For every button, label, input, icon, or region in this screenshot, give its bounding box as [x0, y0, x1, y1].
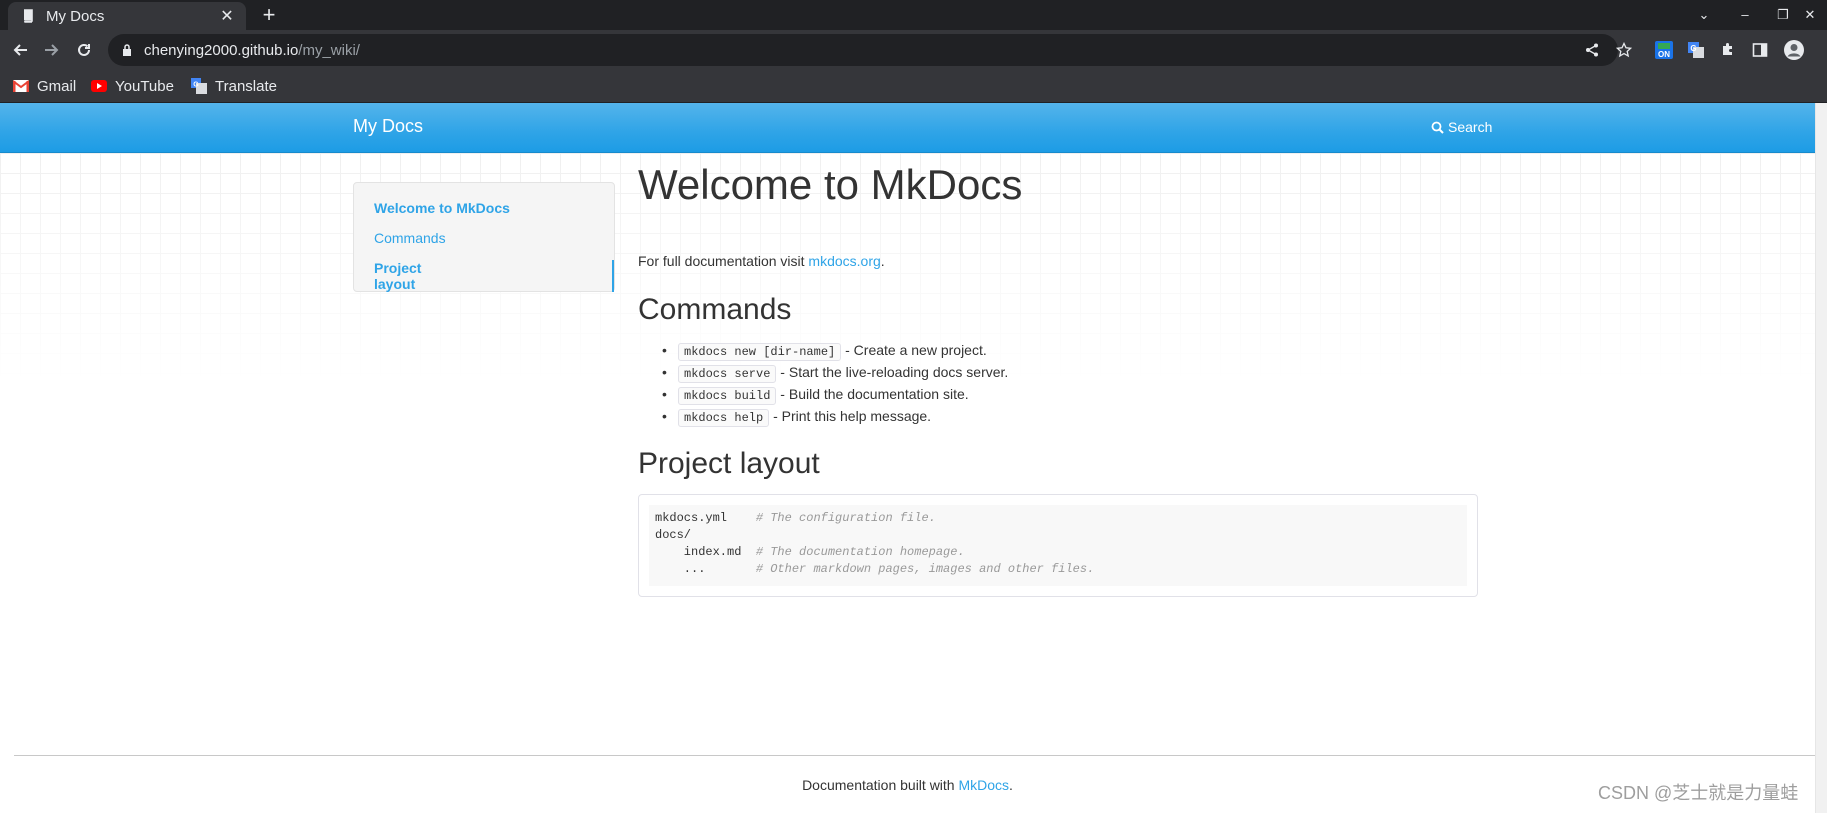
list-item: • mkdocs new [dir-name] - Create a new pr… — [638, 339, 1008, 361]
commands-list: • mkdocs new [dir-name] - Create a new pr… — [638, 339, 1008, 427]
back-arrow-icon — [13, 44, 27, 56]
bullet: • — [662, 342, 667, 358]
code-line: mkdocs.yml # The configuration file. — [655, 511, 936, 525]
gmail-icon — [13, 78, 29, 94]
command-desc: - Start the live-reloading docs server. — [776, 364, 1009, 380]
bullet: • — [662, 386, 667, 402]
svg-text:ON: ON — [1658, 50, 1670, 59]
svg-text:G: G — [1690, 44, 1696, 53]
window-close-icon[interactable]: ✕ — [1798, 4, 1822, 26]
page-scrollbar[interactable] — [1815, 103, 1827, 813]
close-tab-icon[interactable]: ✕ — [216, 5, 238, 27]
extensions-puzzle-icon[interactable] — [1716, 38, 1740, 62]
reload-button[interactable] — [72, 38, 96, 62]
svg-text:G: G — [193, 82, 199, 89]
google-translate-icon[interactable]: G — [1684, 38, 1708, 62]
translate-icon: G — [191, 78, 207, 94]
bookmark-translate[interactable]: G Translate — [191, 76, 277, 96]
command-desc: - Create a new project. — [841, 342, 987, 358]
forward-button[interactable] — [40, 38, 64, 62]
extension-on-icon[interactable]: ON — [1652, 38, 1676, 62]
search-button[interactable]: Search — [1431, 119, 1492, 135]
footer-text: Documentation built with — [802, 777, 959, 793]
list-item: • mkdocs build - Build the documentation … — [638, 383, 1008, 405]
footer-divider — [14, 755, 1815, 756]
code-text: index.md — [655, 545, 756, 559]
code-block: mkdocs.yml # The configuration file. doc… — [638, 494, 1478, 597]
commands-heading: Commands — [638, 293, 792, 326]
command-desc: - Print this help message. — [769, 408, 932, 424]
side-panel-icon[interactable] — [1748, 38, 1772, 62]
search-icon — [1431, 120, 1445, 134]
page-title: Welcome to MkDocs — [638, 161, 1023, 208]
code-line: docs/ — [655, 528, 691, 542]
bookmark-label: Gmail — [37, 77, 77, 95]
list-item: • mkdocs serve - Start the live-reloading… — [638, 361, 1008, 383]
url-text: chenying2000.github.io/my_wiki/ — [144, 42, 360, 59]
lock-icon — [120, 43, 134, 57]
command-code: mkdocs serve — [678, 365, 777, 383]
url-host: chenying2000.github.io — [144, 41, 299, 59]
new-tab-button[interactable]: + — [258, 4, 280, 26]
address-bar[interactable]: chenying2000.github.io/my_wiki/ — [108, 34, 1618, 66]
project-layout-heading: Project layout — [638, 447, 820, 480]
site-brand-link[interactable]: My Docs — [353, 116, 423, 137]
mkdocs-org-link[interactable]: mkdocs.org — [808, 253, 880, 269]
command-code: mkdocs new [dir-name] — [678, 343, 842, 361]
footer-suffix: . — [1009, 777, 1013, 793]
tab-search-chevron-icon[interactable]: ⌄ — [1692, 4, 1716, 26]
code-text: mkdocs.yml — [655, 511, 756, 525]
code-text: docs/ — [655, 528, 692, 542]
minimize-icon[interactable]: – — [1733, 4, 1757, 26]
bookmark-gmail[interactable]: Gmail — [13, 76, 76, 96]
bookmark-star-icon[interactable] — [1612, 38, 1636, 62]
code-line: index.md # The documentation homepage. — [655, 545, 965, 559]
bookmarks-bar: Gmail YouTube G Translate — [0, 70, 1827, 103]
bookmark-youtube[interactable]: YouTube — [91, 76, 174, 96]
command-code: mkdocs help — [678, 409, 770, 427]
toc-sidebar: Welcome to MkDocs Commands Project layou… — [353, 182, 615, 292]
youtube-icon — [91, 78, 107, 94]
forward-arrow-icon — [45, 44, 59, 56]
share-icon[interactable] — [1580, 38, 1604, 62]
browser-tab[interactable]: My Docs ✕ — [8, 2, 246, 30]
browser-toolbar: chenying2000.github.io/my_wiki/ ON G — [0, 30, 1827, 70]
intro-paragraph: For full documentation visit mkdocs.org. — [638, 253, 885, 269]
footer: Documentation built with MkDocs. — [0, 777, 1815, 793]
command-desc: - Build the documentation site. — [776, 386, 969, 402]
code-comment: # The configuration file. — [755, 511, 936, 525]
mkdocs-link[interactable]: MkDocs — [958, 777, 1009, 793]
command-code: mkdocs build — [678, 387, 777, 405]
toc-item-commands[interactable]: Commands — [374, 230, 446, 246]
site-navbar: My Docs Search — [0, 103, 1815, 153]
restore-icon[interactable]: ❐ — [1771, 4, 1795, 26]
watermark: CSDN @芝士就是力量蛙 — [1598, 783, 1799, 803]
intro-suffix: . — [880, 253, 885, 269]
url-path: /my_wiki/ — [298, 41, 360, 59]
intro-text: For full documentation visit — [638, 253, 809, 269]
bullet: • — [662, 364, 667, 380]
code-line: ... # Other markdown pages, images and o… — [655, 562, 1095, 576]
list-item: • mkdocs help - Print this help message. — [638, 405, 1008, 427]
code-text: ... — [655, 562, 756, 576]
book-icon — [20, 8, 36, 24]
bookmark-label: Translate — [215, 77, 277, 95]
tab-strip: My Docs ✕ + ⌄ – ❐ ✕ — [0, 0, 1827, 30]
code-comment: # Other markdown pages, images and other… — [755, 562, 1095, 576]
bullet: • — [662, 408, 667, 424]
tab-title: My Docs — [46, 7, 105, 25]
bookmark-label: YouTube — [115, 77, 174, 95]
back-button[interactable] — [8, 38, 32, 62]
profile-avatar-icon[interactable] — [1782, 38, 1806, 62]
reload-icon — [78, 43, 90, 56]
toc-item-project-layout[interactable]: Project layout — [374, 260, 614, 292]
page-viewport: My Docs Search Welcome to MkDocs Command… — [0, 103, 1815, 813]
search-label: Search — [1448, 119, 1493, 135]
toc-item-welcome[interactable]: Welcome to MkDocs — [374, 200, 510, 216]
code-comment: # The documentation homepage. — [755, 545, 965, 559]
code-block-inner: mkdocs.yml # The configuration file. doc… — [649, 505, 1467, 586]
